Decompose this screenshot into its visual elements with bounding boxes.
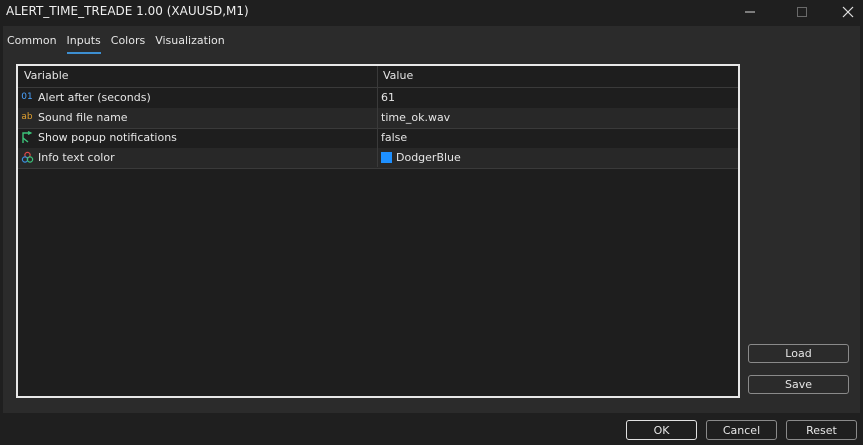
variable-name: Show popup notifications [38,131,177,144]
minimize-button[interactable] [728,0,772,24]
cancel-button[interactable]: Cancel [706,420,777,440]
close-icon [842,6,854,18]
input-row-sound-file[interactable]: ab Sound file name time_ok.wav [18,108,738,129]
tab-colors[interactable]: Colors [111,32,145,54]
ok-button[interactable]: OK [626,420,697,440]
variable-value[interactable]: 61 [381,91,395,104]
variable-value[interactable]: DodgerBlue [381,151,461,164]
input-row-alert-after[interactable]: 01 Alert after (seconds) 61 [18,88,738,109]
column-header-value[interactable]: Value [383,69,413,82]
load-button[interactable]: Load [748,344,849,363]
close-button[interactable] [826,0,863,24]
variable-name: Alert after (seconds) [38,91,151,104]
input-row-info-color[interactable]: Info text color DodgerBlue [18,148,738,169]
variable-value[interactable]: false [381,131,407,144]
title-bar: ALERT_TIME_TREADE 1.00 (XAUUSD,M1) [0,0,863,24]
color-icon [20,150,34,164]
string-icon: ab [21,112,33,122]
tab-common[interactable]: Common [7,32,57,54]
dialog-panel: Common Inputs Colors Visualization Varia… [3,26,860,413]
color-swatch [381,152,392,163]
integer-icon: 01 [21,92,33,102]
maximize-button[interactable] [780,0,824,24]
variable-name: Info text color [38,151,115,164]
tab-bar: Common Inputs Colors Visualization [7,32,235,54]
inputs-grid: Variable Value 01 Alert after (seconds) … [16,64,740,398]
input-row-show-popup[interactable]: Show popup notifications false [18,128,738,149]
save-button[interactable]: Save [748,375,849,394]
column-divider[interactable] [377,66,378,167]
window-title: ALERT_TIME_TREADE 1.00 (XAUUSD,M1) [6,4,249,18]
color-name: DodgerBlue [396,151,461,164]
column-header-variable[interactable]: Variable [24,69,69,82]
boolean-icon [20,130,34,144]
minimize-icon [745,11,755,13]
grid-header: Variable Value [18,66,738,88]
tab-inputs[interactable]: Inputs [66,32,101,54]
variable-name: Sound file name [38,111,128,124]
maximize-icon [797,7,807,17]
tab-visualization[interactable]: Visualization [155,32,224,54]
variable-value[interactable]: time_ok.wav [381,111,450,124]
reset-button[interactable]: Reset [786,420,857,440]
